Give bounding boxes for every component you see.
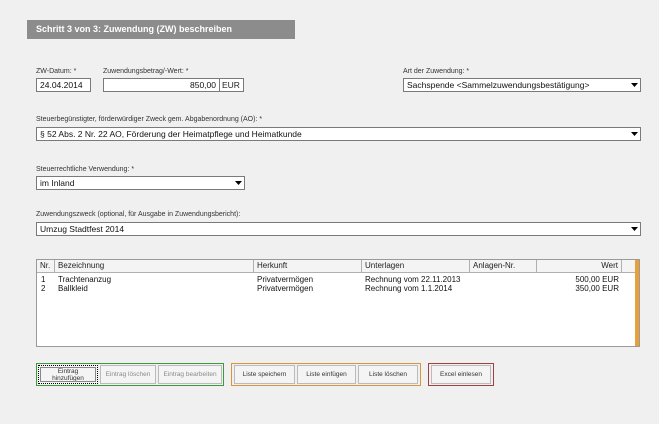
excel-import-button[interactable]: Excel einlesen: [431, 365, 491, 384]
row-bezeichnung: Trachtenanzug: [58, 275, 112, 284]
chevron-down-icon[interactable]: [628, 79, 640, 91]
delete-entry-button[interactable]: Eintrag löschen: [100, 365, 156, 384]
zweck-label: Zuwendungszweck (optional, für Ausgabe i…: [36, 211, 241, 218]
row-bezeichnung: Ballkleid: [58, 284, 88, 293]
verwendung-select[interactable]: im Inland: [36, 176, 245, 190]
beguenstigter-select-value: § 52 Abs. 2 Nr. 22 AO, Förderung der Hei…: [40, 129, 302, 139]
column-header-anlagen[interactable]: Anlagen-Nr.: [470, 260, 537, 273]
delete-list-button[interactable]: Liste löschen: [358, 365, 418, 384]
save-list-button[interactable]: Liste speichern: [234, 365, 295, 384]
table-accent-bar: [635, 260, 639, 346]
column-header-wert[interactable]: Wert: [537, 260, 622, 273]
art-label: Art der Zuwendung: *: [403, 68, 470, 75]
column-header-bezeichnung[interactable]: Bezeichnung: [55, 260, 254, 273]
zweck-select[interactable]: Umzug Stadtfest 2014: [36, 222, 641, 236]
add-entry-button[interactable]: Eintrag hinzufügen: [38, 365, 98, 384]
art-select-value: Sachspende <Sammelzuwendungsbestätigung>: [407, 80, 590, 90]
items-table[interactable]: Nr. Bezeichnung Herkunft Unterlagen Anla…: [36, 259, 640, 347]
row-unterlagen: Rechnung vom 1.1.2014: [365, 284, 453, 293]
step-title: Schritt 3 von 3: Zuwendung (ZW) beschrei…: [27, 20, 295, 39]
betrag-field[interactable]: 850,00: [103, 78, 220, 92]
zw-datum-label: ZW-Datum: *: [36, 68, 77, 75]
betrag-label: Zuwendungsbetrag/-Wert: *: [103, 68, 189, 75]
row-herkunft: Privatvermögen: [257, 275, 314, 284]
row-nr: 2: [41, 284, 46, 293]
verwendung-select-value: im Inland: [40, 178, 75, 188]
column-header-unterlagen[interactable]: Unterlagen: [362, 260, 470, 273]
insert-list-button[interactable]: Liste einfügen: [297, 365, 356, 384]
add-entry-label-line1: Eintrag: [57, 367, 79, 375]
row-wert: 500,00 EUR: [575, 275, 619, 284]
zweck-select-value: Umzug Stadtfest 2014: [40, 224, 125, 234]
beguenstigter-select[interactable]: § 52 Abs. 2 Nr. 22 AO, Förderung der Hei…: [36, 127, 641, 141]
chevron-down-icon[interactable]: [232, 177, 244, 189]
beguenstigter-label: Steuerbegünstigter, förderwürdiger Zweck…: [36, 116, 263, 123]
betrag-unit: EUR: [219, 78, 244, 92]
zw-datum-field[interactable]: 24.04.2014: [36, 78, 91, 92]
row-nr: 1: [41, 275, 46, 284]
edit-entry-button[interactable]: Eintrag bearbeiten: [158, 365, 222, 384]
add-entry-label-line2: hinzufügen: [52, 374, 84, 382]
column-header-nr[interactable]: Nr.: [37, 260, 55, 273]
row-wert: 350,00 EUR: [575, 284, 619, 293]
column-header-herkunft[interactable]: Herkunft: [254, 260, 362, 273]
row-unterlagen: Rechnung vom 22.11.2013: [365, 275, 461, 284]
art-select[interactable]: Sachspende <Sammelzuwendungsbestätigung>: [403, 78, 641, 92]
chevron-down-icon[interactable]: [628, 128, 640, 140]
chevron-down-icon[interactable]: [628, 223, 640, 235]
row-herkunft: Privatvermögen: [257, 284, 314, 293]
verwendung-label: Steuerrechtliche Verwendung: *: [36, 166, 135, 173]
